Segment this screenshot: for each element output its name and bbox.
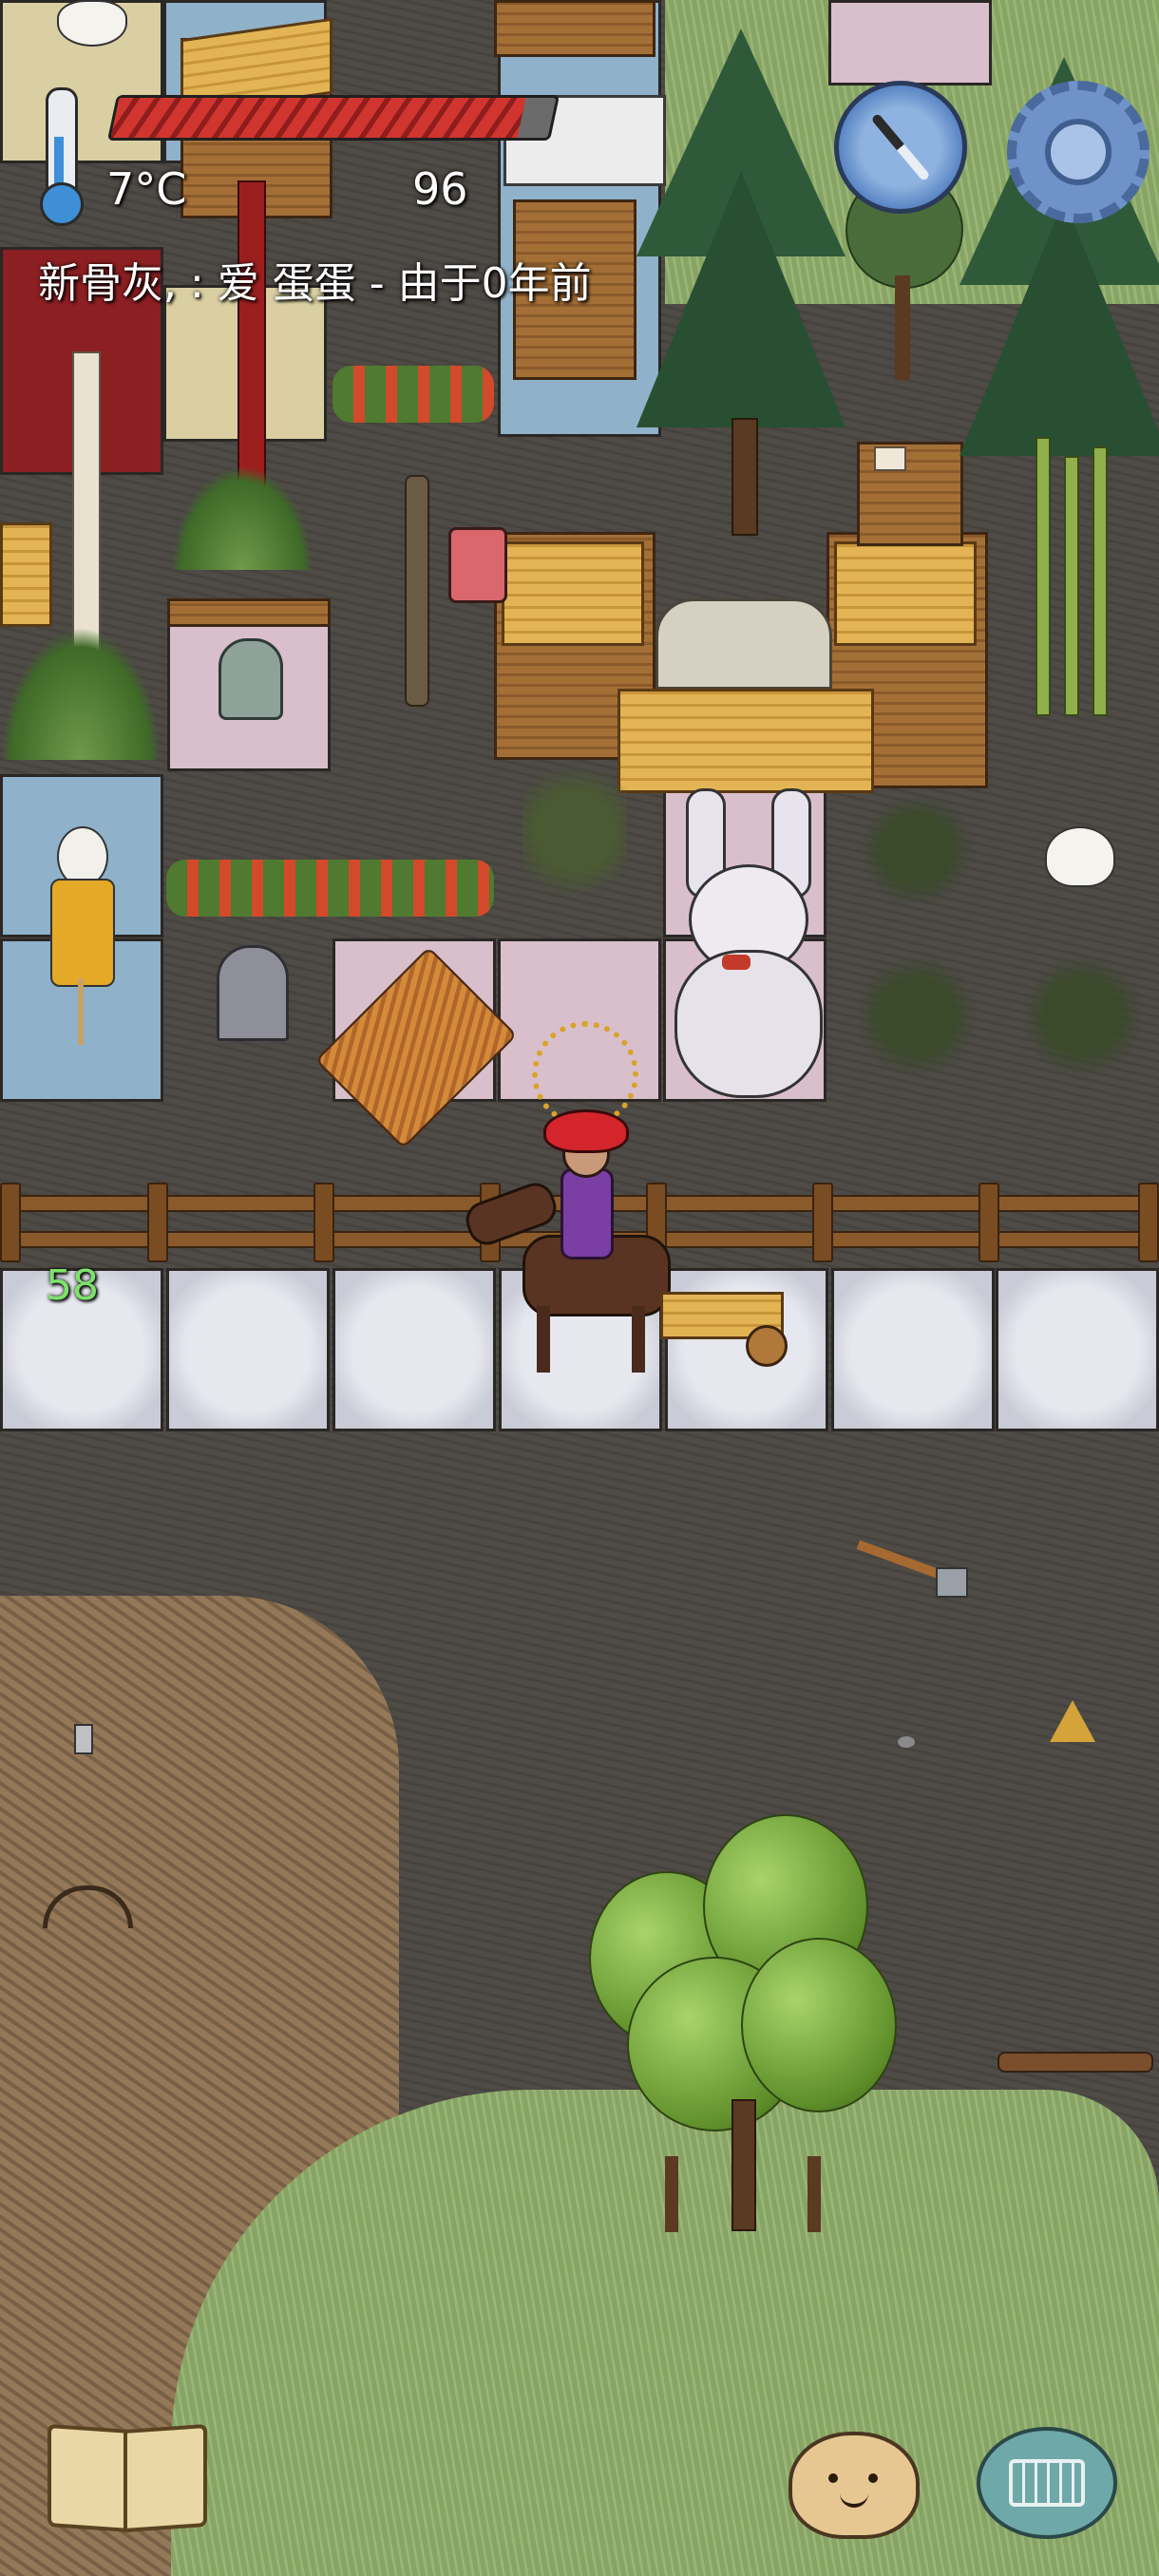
food-counter: 96 [412, 163, 468, 215]
white-pole [72, 351, 101, 659]
keyboard-icon[interactable] [977, 2427, 1117, 2539]
temperature-text: 7°C [106, 163, 187, 215]
emote-face-icon[interactable] [788, 2432, 920, 2539]
stone-road-tile [996, 1268, 1159, 1431]
gravestone[interactable] [217, 945, 289, 1041]
lantern[interactable] [448, 527, 507, 603]
christmas-tree[interactable] [636, 28, 846, 541]
wooden-box[interactable] [857, 442, 963, 546]
goose[interactable] [1045, 826, 1115, 887]
fence-post [1138, 1183, 1159, 1262]
rose-bush[interactable] [1021, 955, 1145, 1078]
fence-post [147, 1183, 168, 1262]
agave-plant[interactable] [0, 627, 162, 760]
rabbit-statue[interactable] [665, 788, 826, 1102]
health-bar [106, 95, 560, 141]
fence-post [978, 1183, 999, 1262]
left-pillar-top [502, 541, 644, 646]
gate-arch [656, 598, 832, 690]
game-world[interactable]: 7°C 96 新骨灰, : 爱 蛋蛋 - 由于0年前 58 [0, 0, 1159, 2576]
fence-post [314, 1183, 334, 1262]
health-bar-fill [110, 98, 526, 138]
status-message: 新骨灰, : 爱 蛋蛋 - 由于0年前 [38, 259, 592, 308]
fence-post [812, 1183, 833, 1262]
right-pillar-top [834, 541, 977, 646]
age-counter: 58 [46, 1261, 99, 1310]
thermometer-icon [40, 87, 84, 228]
compass-icon[interactable] [834, 81, 967, 214]
wooden-bench[interactable] [494, 0, 656, 57]
maple-tree[interactable] [570, 1786, 912, 2232]
paper-note[interactable] [874, 446, 906, 471]
agave-plant[interactable] [171, 465, 314, 570]
bamboo-grove[interactable] [1016, 437, 1121, 716]
kindling-pile[interactable] [1050, 1700, 1095, 1742]
fence-post [0, 1183, 21, 1262]
stone-road-tile [166, 1268, 330, 1431]
berry-shrub[interactable] [522, 750, 627, 912]
shovel-head[interactable] [936, 1567, 968, 1598]
sharp-stone[interactable] [74, 1724, 93, 1754]
wooden-sign-board[interactable] [618, 689, 874, 793]
branch-pile[interactable] [998, 2052, 1153, 2073]
red-pole [238, 180, 266, 507]
flower-bed[interactable] [166, 860, 494, 917]
red-hat [543, 1109, 629, 1153]
small-stone[interactable] [898, 1736, 915, 1748]
gear-icon[interactable] [1007, 81, 1150, 223]
stone-road-tile [831, 1268, 995, 1431]
wooden-crate[interactable] [0, 522, 52, 627]
rose-bush[interactable] [855, 955, 978, 1078]
book-icon[interactable] [48, 2423, 207, 2533]
bell-icon[interactable] [218, 638, 283, 720]
bell-frame[interactable] [167, 598, 331, 627]
player-body [560, 1168, 614, 1260]
mannequin[interactable] [43, 826, 119, 1054]
player-on-horse[interactable] [461, 1102, 808, 1377]
flower-bed[interactable] [332, 366, 494, 423]
goose[interactable] [57, 0, 127, 47]
rose-bush[interactable] [855, 798, 978, 902]
